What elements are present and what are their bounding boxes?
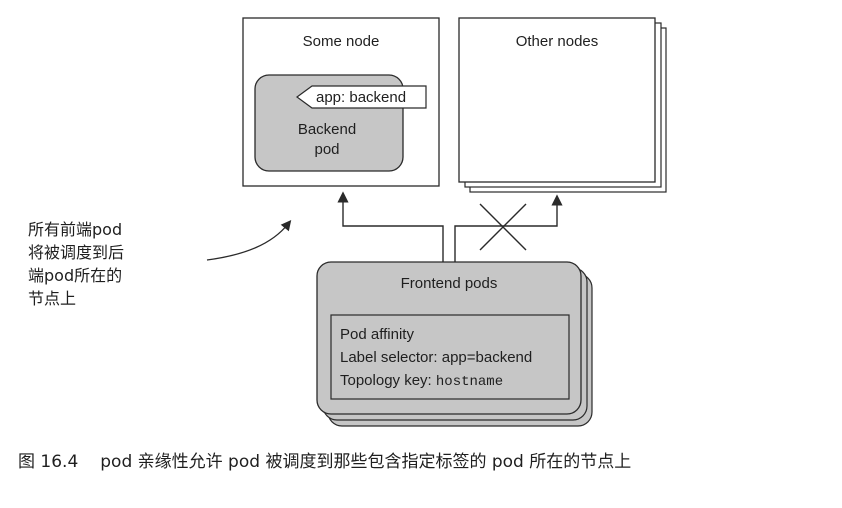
figure-caption: 图 16.4 pod 亲缘性允许 pod 被调度到那些包含指定标签的 pod 所在… [18,447,631,472]
annotation-line: 端pod所在的 [28,266,123,285]
annotation-line: 所有前端pod [28,220,123,239]
x-mark [479,203,527,251]
annotation: 所有前端pod 将被调度到后 端pod所在的 节点上 [28,218,124,310]
backend-pod-name-line1: Backend [298,121,356,138]
frontend-pods-title: Frontend pods [401,275,498,292]
backend-pod: app: backend Backend pod [254,74,427,172]
annotation-line: 将被调度到后 [28,243,125,262]
topology-key: Topology key: hostname [340,372,503,390]
some-node-title: Some node [303,33,380,50]
annotation-arrow [206,219,292,261]
frontend-pods: Frontend pods Pod affinity Label selecto… [316,261,593,427]
annotation-line: 节点上 [28,289,77,308]
arrow-to-other-nodes [454,194,563,262]
topology-key-value: hostname [436,374,503,390]
label-selector: Label selector: app=backend [340,349,532,366]
pod-affinity-diagram: Some node app: backend Backend pod Other… [206,17,667,427]
pod-affinity-heading: Pod affinity [340,326,414,343]
arrow-to-some-node [337,191,444,262]
other-nodes: Other nodes [458,17,667,193]
figure: Some node app: backend Backend pod Other… [0,0,842,508]
backend-label-tag: app: backend [316,89,406,106]
figure-number: 图 16.4 [18,452,79,472]
other-nodes-title: Other nodes [516,33,599,50]
figure-caption-text: pod 亲缘性允许 pod 被调度到那些包含指定标签的 pod 所在的节点上 [100,452,632,472]
connectors [206,191,563,262]
topology-key-prefix: Topology key: [340,372,436,389]
backend-pod-name-line2: pod [314,141,339,158]
